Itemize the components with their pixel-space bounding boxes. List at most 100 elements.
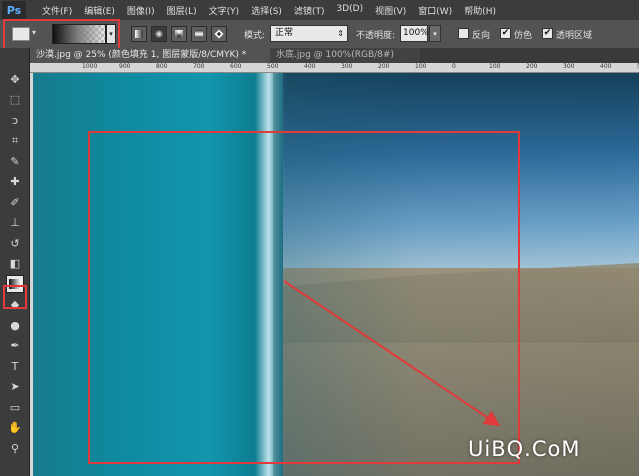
menu-item[interactable]: 选择(S) (245, 4, 288, 17)
linear-gradient-icon (135, 30, 143, 38)
menu-item[interactable]: 视图(V) (369, 4, 412, 17)
clone-stamp-icon: ⊥ (10, 216, 20, 229)
hand-icon: ✋ (8, 421, 22, 434)
menu-item[interactable]: 图层(L) (161, 4, 203, 17)
eraser-tool[interactable]: ◧ (6, 255, 24, 273)
clone-stamp-tool[interactable]: ⊥ (6, 214, 24, 232)
path-selection-icon: ➤ (10, 380, 20, 393)
mode-select[interactable]: 正常 ⇕ (270, 25, 348, 42)
ruler-tick-label: 600 (230, 63, 242, 70)
reflected-gradient-icon (195, 30, 203, 38)
dodge-icon: ● (10, 318, 20, 332)
brush-tool[interactable]: ✐ (6, 193, 24, 211)
document-canvas[interactable] (33, 73, 639, 476)
paint-bucket-icon: ◆ (10, 298, 20, 311)
ruler-tick-label: 400 (304, 63, 316, 70)
lasso-icon: ↄ (11, 113, 19, 127)
history-brush-tool[interactable]: ↺ (6, 234, 24, 252)
menu-item[interactable]: 窗口(W) (412, 4, 458, 17)
ruler-tick-label: 1000 (82, 63, 98, 70)
eyedropper-icon: ✎ (10, 154, 20, 168)
menu-bar: Ps 文件(F) 编辑(E) 图像(I) 图层(L) 文字(Y) 选择(S) 滤镜(T) 3D… (0, 0, 639, 20)
tool-preset-picker[interactable] (12, 27, 30, 41)
gradient-mask-overlay (273, 73, 639, 476)
chevron-down-icon: ⇕ (337, 29, 344, 38)
linear-gradient-button[interactable] (131, 26, 147, 42)
ruler-horizontal[interactable]: 1000 900 800 700 600 500 400 300 200 100 0 100 200 30… (30, 63, 639, 73)
type-tool[interactable]: T (6, 357, 24, 375)
transparency-label: 透明区域 (556, 31, 593, 41)
gradient-picker-dropdown-icon[interactable]: ▾ (106, 24, 116, 44)
marquee-icon: ⬚ (9, 93, 21, 106)
crop-icon: ⌗ (11, 133, 19, 147)
eraser-icon: ◧ (9, 257, 21, 270)
dodge-tool[interactable]: ● (6, 316, 24, 334)
eyedropper-tool[interactable]: ✎ (6, 152, 24, 170)
pen-tool[interactable]: ✒ (6, 337, 24, 355)
reverse-checkbox[interactable] (458, 28, 469, 39)
ruler-tick-label: 100 (489, 63, 501, 70)
hand-tool[interactable]: ✋ (6, 419, 24, 437)
ruler-tick-label: 200 (378, 63, 390, 70)
dither-checkbox[interactable]: ✔ (500, 28, 511, 39)
mode-label: 模式: (244, 31, 266, 41)
marquee-tool[interactable]: ⬚ (6, 91, 24, 109)
menu-item[interactable]: 3D(D) (330, 4, 369, 17)
zoom-tool[interactable]: ⚲ (6, 439, 24, 457)
reflected-gradient-button[interactable] (191, 26, 207, 42)
menu-item[interactable]: 编辑(E) (78, 4, 121, 17)
move-tool[interactable]: ✥ (6, 70, 24, 88)
gradient-editor-swatch[interactable] (52, 24, 106, 44)
ruler-tick-label: 900 (119, 63, 131, 70)
dither-label: 仿色 (514, 31, 533, 41)
path-selection-tool[interactable]: ➤ (6, 378, 24, 396)
reverse-label: 反向 (472, 31, 491, 41)
menu-item[interactable]: 帮助(H) (458, 4, 502, 17)
mode-value: 正常 (275, 28, 294, 38)
underwater-area (33, 73, 283, 476)
rectangle-icon: ▭ (9, 400, 21, 414)
menu-items: 文件(F) 编辑(E) 图像(I) 图层(L) 文字(Y) 选择(S) 滤镜(T) 3D(D)… (36, 4, 502, 17)
tab-desert-document[interactable]: 沙漠.jpg @ 25% (颜色填充 1, 图层蒙版/8/CMYK) * (30, 48, 270, 63)
ruler-tick-label: 300 (563, 63, 575, 70)
tool-preset-dropdown-icon[interactable]: ▾ (32, 28, 40, 40)
type-icon: T (11, 359, 19, 373)
transparency-checkbox[interactable]: ✔ (542, 28, 553, 39)
menu-item[interactable]: 图像(I) (121, 4, 161, 17)
radial-gradient-icon (155, 30, 163, 38)
ruler-tick-label: 200 (526, 63, 538, 70)
zoom-icon: ⚲ (10, 441, 20, 455)
lasso-tool[interactable]: ↄ (6, 111, 24, 129)
ruler-tick-label: 800 (156, 63, 168, 70)
ruler-tick-label: 400 (600, 63, 612, 70)
opacity-input[interactable]: 100% (400, 25, 429, 42)
crop-tool[interactable]: ⌗ (6, 132, 24, 150)
angle-gradient-button[interactable] (171, 26, 187, 42)
menu-item[interactable]: 文字(Y) (203, 4, 246, 17)
photoshop-logo: Ps (2, 1, 26, 19)
gradient-tool[interactable] (6, 275, 24, 293)
angle-gradient-icon (175, 30, 183, 38)
tab-underwater-document[interactable]: 水底.jpg @ 100%(RGB/8#) (270, 48, 420, 63)
pen-icon: ✒ (10, 339, 20, 352)
radial-gradient-button[interactable] (151, 26, 167, 42)
options-bar: ▾ ▾ 模式: 正常 ⇕ 不透明度: 100% ▾ 反向 ✔ 仿色 ✔ 透明区域 (0, 20, 639, 48)
ruler-tick-label: 0 (452, 63, 456, 70)
toolbox: ✥ ⬚ ↄ ⌗ ✎ ✚ ✐ ⊥ ↺ ◧ ◆ ● ✒ T ➤ ▭ ✋ ⚲ (0, 48, 30, 476)
watermark-logo: UiBQ.CoM (468, 437, 581, 461)
healing-icon: ✚ (10, 175, 20, 188)
rectangle-tool[interactable]: ▭ (6, 398, 24, 416)
healing-tool[interactable]: ✚ (6, 173, 24, 191)
opacity-dropdown-icon[interactable]: ▾ (429, 25, 441, 42)
diamond-gradient-icon (214, 29, 224, 39)
diamond-gradient-button[interactable] (211, 26, 227, 42)
history-brush-icon: ↺ (10, 236, 20, 250)
move-icon: ✥ (10, 72, 20, 86)
paint-bucket-tool[interactable]: ◆ (6, 296, 24, 314)
ruler-tick-label: 300 (341, 63, 353, 70)
menu-item[interactable]: 滤镜(T) (288, 4, 331, 17)
menu-item[interactable]: 文件(F) (36, 4, 78, 17)
brush-icon: ✐ (10, 195, 20, 209)
opacity-label: 不透明度: (356, 31, 396, 41)
ruler-tick-label: 700 (193, 63, 205, 70)
